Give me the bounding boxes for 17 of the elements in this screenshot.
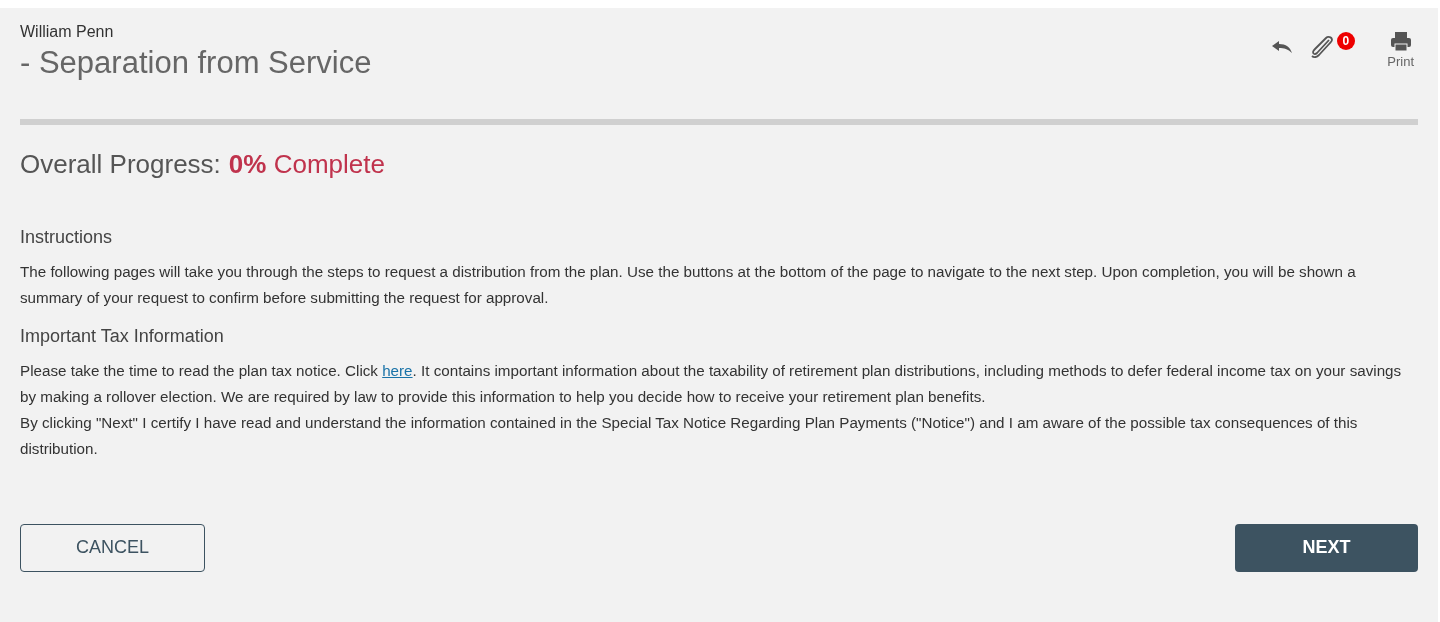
printer-icon bbox=[1389, 32, 1412, 52]
print-button[interactable]: Print bbox=[1387, 32, 1414, 72]
paragraph: Please take the time to read the plan tax notice. Click here. It contains important information about the taxability of retirement plan distributions, including methods to defer federal income tax on your savings by making a rollover election. We are required by law to provide this information to help you decide how to receive your retirement plan benefits. bbox=[20, 360, 1403, 407]
progress-status: 0% Complete bbox=[228, 147, 385, 181]
section-heading: Instructions bbox=[20, 225, 114, 249]
paragraph: The following pages will take you through the steps to request a distribution from the plan. Use the buttons at the bottom of the page to navigate to the next step. Upon completion, you will be shown a summary of your request to confirm before submitting the request for approval. bbox=[20, 261, 1357, 308]
page-title: - Separation from Service bbox=[20, 44, 372, 82]
attachment-count-badge: 0 bbox=[1336, 32, 1356, 50]
user-name: William Penn bbox=[20, 22, 115, 42]
notice-link[interactable]: here bbox=[382, 361, 413, 379]
next-button[interactable]: NEXT bbox=[1235, 523, 1418, 572]
progress-label: Overall Progress: bbox=[20, 147, 221, 181]
section-heading: Important Tax Information bbox=[20, 324, 225, 348]
paragraph: By clicking "Next" I certify I have read and understand the information contained in the Special Tax Notice Regarding Plan Payments ("Notice") and I am aware of the possible tax consequences of this distribution. bbox=[20, 412, 1359, 459]
paperclip-icon[interactable] bbox=[1308, 36, 1335, 60]
cancel-button[interactable]: CANCEL bbox=[20, 523, 205, 572]
reply-icon[interactable] bbox=[1270, 40, 1293, 54]
